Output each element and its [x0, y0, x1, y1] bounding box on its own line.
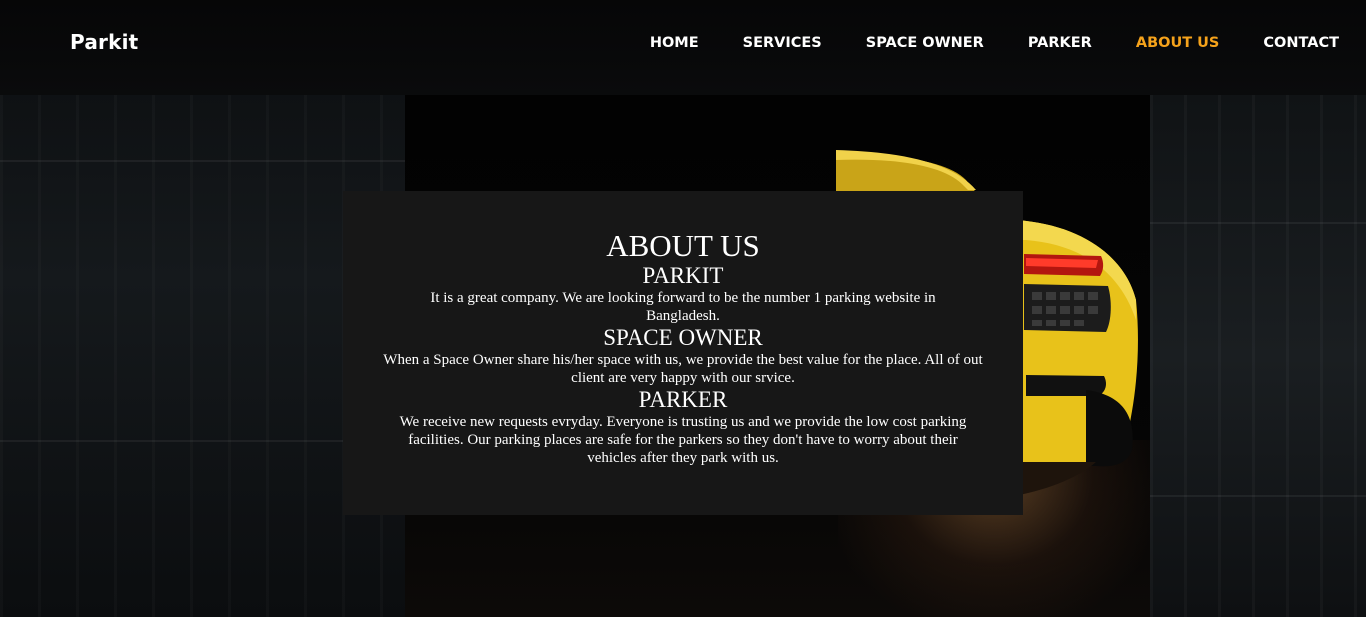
wall-line: [0, 160, 405, 162]
section-text-parkit: It is a great company. We are looking fo…: [430, 290, 936, 324]
section-text-space-owner: When a Space Owner share his/her space w…: [383, 352, 983, 386]
navbar: Parkit HOME SERVICES SPACE OWNER PARKER …: [0, 0, 1366, 88]
about-us-panel: ABOUT US PARKIT It is a great company. W…: [343, 191, 1023, 515]
nav-home[interactable]: HOME: [650, 35, 699, 51]
nav-services[interactable]: SERVICES: [743, 35, 822, 51]
nav-parker[interactable]: PARKER: [1028, 35, 1092, 51]
about-title: ABOUT US: [606, 228, 760, 263]
nav-space-owner[interactable]: SPACE OWNER: [866, 35, 984, 51]
section-heading-parker: PARKER: [638, 387, 728, 412]
page: Parkit HOME SERVICES SPACE OWNER PARKER …: [0, 0, 1366, 617]
background-right-wall: [1150, 95, 1366, 617]
wall-line: [1150, 222, 1366, 224]
nav-contact[interactable]: CONTACT: [1263, 35, 1339, 51]
section-text-parker: We receive new requests evryday. Everyon…: [399, 414, 967, 466]
section-heading-parkit: PARKIT: [642, 263, 724, 288]
nav-about-us[interactable]: ABOUT US: [1136, 35, 1220, 51]
brand-logo[interactable]: Parkit: [70, 30, 138, 54]
section-heading-space-owner: SPACE OWNER: [603, 325, 763, 350]
wall-line: [1150, 495, 1366, 497]
nav-menu: HOME SERVICES SPACE OWNER PARKER ABOUT U…: [606, 35, 1339, 51]
